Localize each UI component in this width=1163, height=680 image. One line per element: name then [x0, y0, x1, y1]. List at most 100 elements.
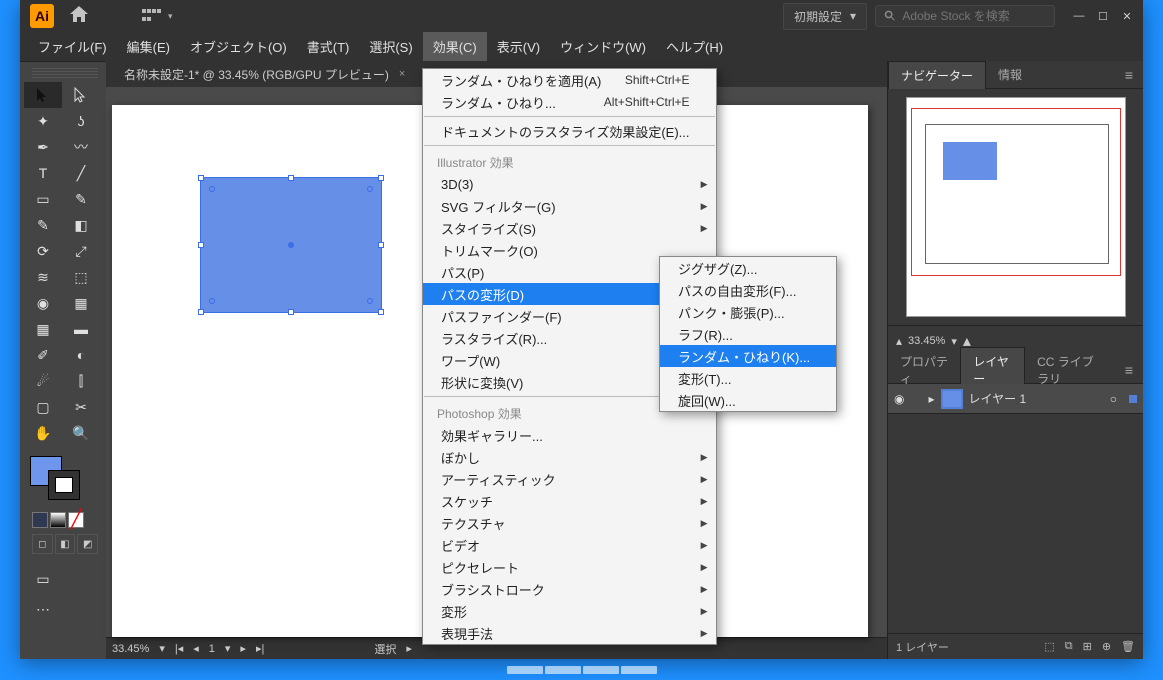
gradient-mode[interactable]: [50, 512, 66, 528]
submenu-roughen[interactable]: ラフ(R)...: [660, 323, 836, 345]
delete-layer-icon[interactable]: 🗑: [1121, 640, 1135, 653]
color-mode[interactable]: [32, 512, 48, 528]
zoom-readout[interactable]: 33.45%: [112, 643, 149, 655]
chevron-down-icon[interactable]: ▾: [159, 642, 165, 655]
scale-tool[interactable]: ⤢: [62, 238, 100, 264]
chevron-down-icon[interactable]: ▾: [951, 335, 957, 348]
selection-tool[interactable]: [24, 82, 62, 108]
eraser-tool[interactable]: ◧: [62, 212, 100, 238]
workspace-dropdown[interactable]: 初期設定 ▾: [783, 3, 867, 30]
nav-zoom-readout[interactable]: 33.45%: [908, 335, 945, 347]
prev-artboard-icon[interactable]: ◂: [193, 642, 199, 655]
menu-stylize-ps[interactable]: 表現手法: [423, 622, 716, 644]
hand-tool[interactable]: ✋: [24, 420, 62, 446]
draw-inside[interactable]: ◩: [77, 534, 98, 554]
menu-help[interactable]: ヘルプ(H): [656, 32, 733, 61]
visibility-icon[interactable]: ◉: [894, 392, 904, 406]
rectangle-tool[interactable]: ▭: [24, 186, 62, 212]
column-graph-tool[interactable]: ⫿: [62, 368, 100, 394]
type-tool[interactable]: T: [24, 160, 62, 186]
gradient-tool[interactable]: ▬: [62, 316, 100, 342]
menu-effect-gallery[interactable]: 効果ギャラリー...: [423, 424, 716, 446]
close-tab-icon[interactable]: ×: [399, 68, 405, 80]
chevron-down-icon[interactable]: ▾: [225, 642, 231, 655]
shaper-tool[interactable]: ✎: [24, 212, 62, 238]
menu-file[interactable]: ファイル(F): [28, 32, 117, 61]
panel-grip[interactable]: [32, 68, 98, 78]
menu-window[interactable]: ウィンドウ(W): [550, 32, 656, 61]
mesh-tool[interactable]: ▦: [24, 316, 62, 342]
layer-row[interactable]: ◉ ▸ レイヤー 1 ○: [888, 384, 1143, 414]
submenu-free-distort[interactable]: パスの自由変形(F)...: [660, 279, 836, 301]
menu-stylize[interactable]: スタイライズ(S): [423, 217, 716, 239]
paintbrush-tool[interactable]: ✎: [62, 186, 100, 212]
rotate-tool[interactable]: ⟳: [24, 238, 62, 264]
edit-toolbar[interactable]: ⋯: [24, 596, 62, 622]
layer-name[interactable]: レイヤー 1: [969, 390, 1027, 407]
home-icon[interactable]: [70, 6, 88, 27]
symbol-sprayer-tool[interactable]: ☄: [24, 368, 62, 394]
blend-tool[interactable]: ◐: [62, 342, 100, 368]
free-transform-tool[interactable]: ⬚: [62, 264, 100, 290]
search-input[interactable]: [902, 9, 1046, 23]
menu-select[interactable]: 選択(S): [359, 32, 422, 61]
expand-icon[interactable]: ▸: [928, 392, 934, 406]
zoom-out-icon[interactable]: ▴: [896, 334, 902, 348]
pen-tool[interactable]: ✒: [24, 134, 62, 160]
maximize-button[interactable]: ☐: [1093, 8, 1113, 24]
selected-rectangle[interactable]: [200, 177, 382, 313]
menu-pixelate[interactable]: ピクセレート: [423, 556, 716, 578]
navigator-thumbnail[interactable]: [906, 97, 1126, 317]
curvature-tool[interactable]: 〰: [62, 134, 100, 160]
document-tab[interactable]: 名称未設定-1* @ 33.45% (RGB/GPU プレビュー) ×: [116, 62, 413, 87]
submenu-tweak[interactable]: ランダム・ひねり(K)...: [660, 345, 836, 367]
menu-object[interactable]: オブジェクト(O): [180, 32, 297, 61]
tab-info[interactable]: 情報: [986, 61, 1034, 88]
first-artboard-icon[interactable]: |◂: [175, 642, 183, 655]
submenu-pucker-bloat[interactable]: パンク・膨張(P)...: [660, 301, 836, 323]
close-button[interactable]: ✕: [1117, 8, 1137, 24]
screen-mode[interactable]: ▭: [24, 566, 62, 592]
lasso-tool[interactable]: ʖ: [62, 108, 100, 134]
menu-apply-last-effect[interactable]: ランダム・ひねりを適用(A)Shift+Ctrl+E: [423, 69, 716, 91]
tab-navigator[interactable]: ナビゲーター: [888, 61, 986, 89]
menu-artistic[interactable]: アーティスティック: [423, 468, 716, 490]
submenu-transform[interactable]: 変形(T)...: [660, 367, 836, 389]
shape-builder-tool[interactable]: ◉: [24, 290, 62, 316]
locate-object-icon[interactable]: ⬚: [1044, 640, 1054, 653]
next-artboard-icon[interactable]: ▸: [240, 642, 246, 655]
menu-effect[interactable]: 効果(C): [423, 32, 487, 61]
submenu-zigzag[interactable]: ジグザグ(Z)...: [660, 257, 836, 279]
draw-normal[interactable]: ◻: [32, 534, 53, 554]
fill-stroke-swatches[interactable]: [30, 456, 80, 500]
menu-blur[interactable]: ぼかし: [423, 446, 716, 468]
stroke-swatch[interactable]: [48, 470, 80, 500]
width-tool[interactable]: ≋: [24, 264, 62, 290]
eyedropper-tool[interactable]: ✐: [24, 342, 62, 368]
line-tool[interactable]: ╱: [62, 160, 100, 186]
menu-doc-raster-settings[interactable]: ドキュメントのラスタライズ効果設定(E)...: [423, 120, 716, 142]
menu-3d[interactable]: 3D(3): [423, 173, 716, 195]
menu-type[interactable]: 書式(T): [297, 32, 360, 61]
panel-menu-icon[interactable]: ≡: [1115, 362, 1143, 378]
menu-brush-strokes[interactable]: ブラシストローク: [423, 578, 716, 600]
clipping-mask-icon[interactable]: ⧉: [1065, 640, 1073, 653]
new-sublayer-icon[interactable]: ⊞: [1083, 640, 1092, 653]
menu-sketch[interactable]: スケッチ: [423, 490, 716, 512]
last-artboard-icon[interactable]: ▸|: [256, 642, 264, 655]
draw-behind[interactable]: ◧: [55, 534, 76, 554]
slice-tool[interactable]: ✂: [62, 394, 100, 420]
direct-selection-tool[interactable]: [62, 82, 100, 108]
menu-edit[interactable]: 編集(E): [117, 32, 180, 61]
chevron-right-icon[interactable]: ▸: [406, 642, 412, 655]
artboard-number[interactable]: 1: [209, 643, 215, 655]
target-icon[interactable]: ○: [1110, 392, 1117, 406]
zoom-tool[interactable]: 🔍: [62, 420, 100, 446]
panel-menu-icon[interactable]: ≡: [1115, 67, 1143, 83]
menu-video[interactable]: ビデオ: [423, 534, 716, 556]
menu-distort[interactable]: 変形: [423, 600, 716, 622]
menu-view[interactable]: 表示(V): [487, 32, 550, 61]
menu-svg-filters[interactable]: SVG フィルター(G): [423, 195, 716, 217]
magic-wand-tool[interactable]: ✦: [24, 108, 62, 134]
none-mode[interactable]: ╱: [68, 512, 84, 528]
